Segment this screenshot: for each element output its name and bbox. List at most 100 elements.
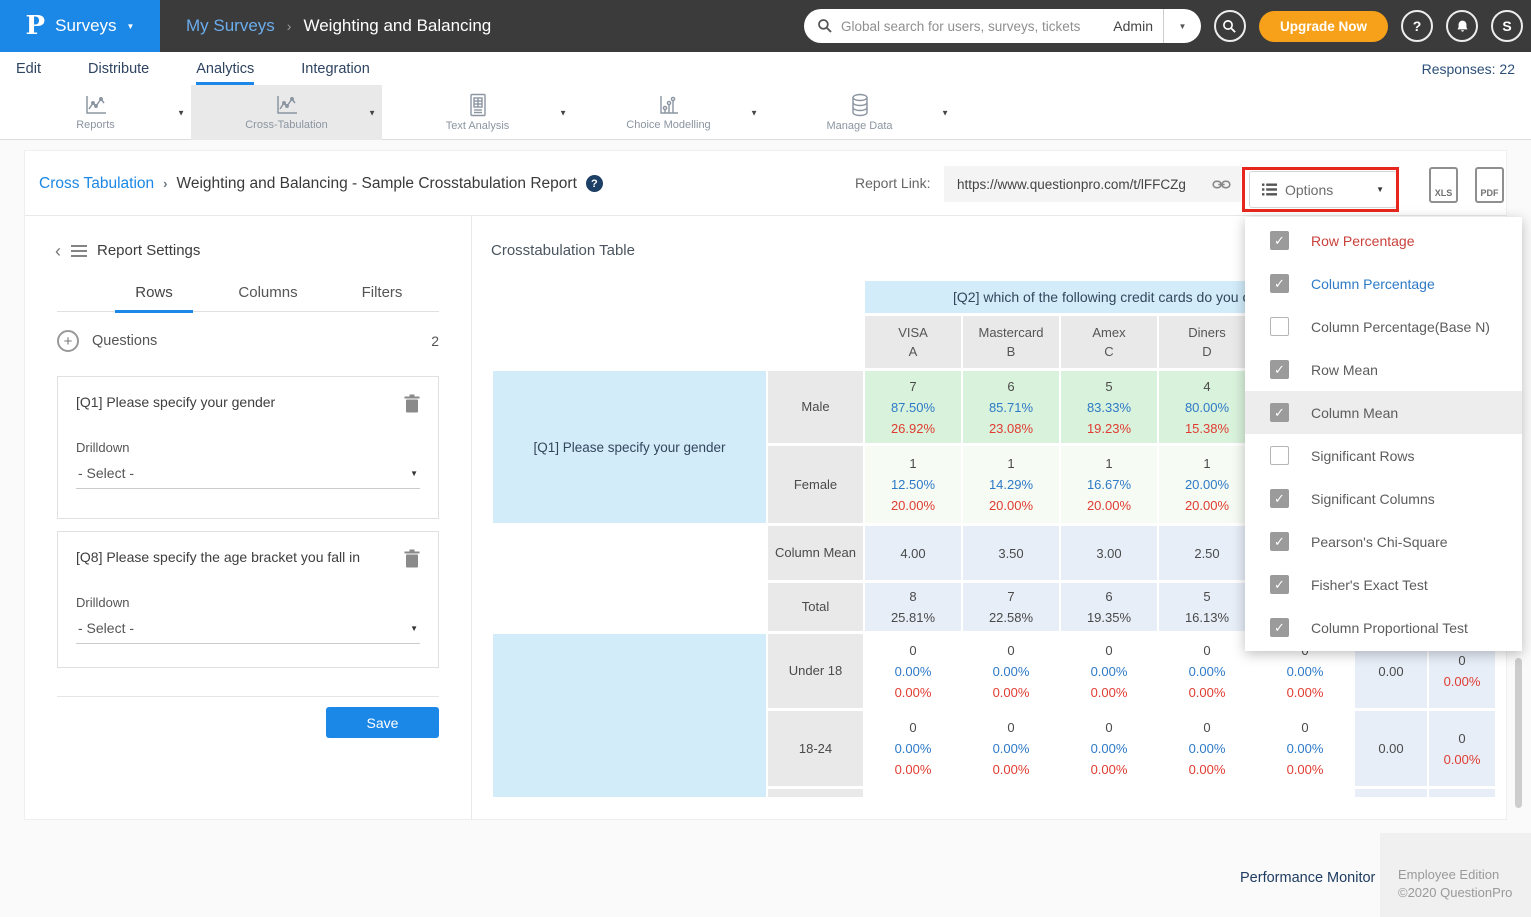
row-label	[768, 789, 863, 797]
options-menu-item[interactable]: Significant Rows	[1245, 434, 1522, 477]
questions-label: Questions	[92, 333, 157, 349]
topbar: P Surveys ▼ My Surveys › Weighting and B…	[0, 0, 1531, 52]
chevron-down-icon: ▼	[1179, 22, 1187, 31]
product-menu[interactable]: P Surveys ▼	[0, 0, 160, 52]
report-breadcrumb: Cross Tabulation › Weighting and Balanci…	[39, 151, 603, 216]
export-pdf-button[interactable]: PDF	[1475, 167, 1504, 203]
options-menu-item[interactable]: ✓Significant Columns	[1245, 477, 1522, 520]
options-menu-item[interactable]: ✓Row Percentage	[1245, 219, 1522, 262]
options-menu-item[interactable]: ✓Pearson's Chi-Square	[1245, 520, 1522, 563]
checkbox-checked-icon[interactable]: ✓	[1270, 274, 1289, 293]
options-menu-item-label: Fisher's Exact Test	[1311, 577, 1428, 593]
options-menu-item[interactable]: Column Percentage(Base N)	[1245, 305, 1522, 348]
document-grid-icon	[468, 93, 488, 117]
chevron-down-icon[interactable]: ▼	[177, 108, 185, 117]
tab-rows[interactable]: Rows	[97, 280, 211, 311]
module-choice-modelling[interactable]: Choice Modelling ▼	[573, 85, 764, 140]
questions-row: + Questions 2	[57, 330, 439, 352]
help-icon[interactable]: ?	[586, 175, 603, 192]
chevron-down-icon[interactable]: ▼	[941, 108, 949, 117]
drilldown-select[interactable]: - Select - ▼	[76, 610, 420, 644]
link-icon[interactable]	[1212, 175, 1231, 194]
nav-distribute[interactable]: Distribute	[88, 52, 149, 85]
upgrade-now-button[interactable]: Upgrade Now	[1259, 11, 1388, 42]
nav-edit[interactable]: Edit	[16, 52, 41, 85]
options-menu-item[interactable]: ✓Column Mean	[1245, 391, 1522, 434]
search-scope-value[interactable]: Admin	[1113, 18, 1153, 34]
checkbox-checked-icon[interactable]: ✓	[1270, 575, 1289, 594]
crosstab-title: Crosstabulation Table	[491, 242, 635, 259]
global-search[interactable]: Admin ▼	[804, 9, 1201, 43]
module-reports[interactable]: Reports ▼	[0, 85, 191, 140]
tab-columns[interactable]: Columns	[211, 280, 325, 311]
delete-question-button[interactable]	[404, 549, 420, 573]
row-label: Female	[768, 446, 863, 523]
options-menu-item[interactable]: ✓ Fisher's Exact Test	[1245, 563, 1522, 606]
breadcrumb-separator: ›	[287, 18, 292, 34]
performance-monitor-link[interactable]: Performance Monitor	[1240, 870, 1375, 886]
data-cell: 4.00	[865, 526, 961, 580]
question-card: [Q1] Please specify your gender Drilldow…	[57, 376, 439, 519]
cross-tabulation-link[interactable]: Cross Tabulation	[39, 175, 154, 193]
options-menu-item-label: Row Mean	[1311, 362, 1378, 378]
chevron-down-icon[interactable]: ▼	[750, 108, 758, 117]
data-cell: 480.00%15.38%	[1159, 371, 1255, 443]
drilldown-value: - Select -	[78, 620, 410, 636]
tab-filters[interactable]: Filters	[325, 280, 439, 311]
row-total-cell	[1429, 789, 1495, 797]
help-button[interactable]: ?	[1401, 10, 1433, 42]
module-text-analysis[interactable]: Text Analysis ▼	[382, 85, 573, 140]
options-menu-item-label: Column Percentage	[1311, 276, 1435, 292]
row-mean-cell: 0.00	[1355, 711, 1427, 786]
chevron-down-icon[interactable]: ▼	[368, 108, 376, 117]
checkbox-checked-icon[interactable]: ✓	[1270, 231, 1289, 250]
data-cell: 00.00%0.00%	[963, 634, 1059, 708]
options-button-label: Options	[1285, 182, 1368, 198]
search-input[interactable]	[841, 19, 1113, 34]
row-question-cell: [Q1] Please specify your gender	[493, 371, 766, 523]
report-link-field[interactable]: https://www.questionpro.com/t/lFFCZg	[944, 166, 1241, 202]
options-menu-item-label: Column Percentage(Base N)	[1311, 319, 1490, 335]
nav-analytics[interactable]: Analytics	[196, 52, 254, 85]
checkbox-checked-icon[interactable]: ✓	[1270, 360, 1289, 379]
delete-question-button[interactable]	[404, 394, 420, 418]
analytics-toolbar: Reports ▼ Cross-Tabulation ▼ Text Analys…	[0, 85, 1531, 140]
options-button[interactable]: Options ▼	[1249, 171, 1397, 208]
options-menu-item[interactable]: ✓ Row Mean	[1245, 348, 1522, 391]
scatter-chart-icon	[657, 94, 681, 116]
report-header: Cross Tabulation › Weighting and Balanci…	[25, 151, 1506, 216]
drilldown-select[interactable]: - Select - ▼	[76, 455, 420, 489]
module-manage-data[interactable]: Manage Data ▼	[764, 85, 955, 140]
checkbox-unchecked-icon[interactable]	[1270, 446, 1289, 465]
chevron-down-icon[interactable]: ▼	[559, 108, 567, 117]
nav-integration[interactable]: Integration	[301, 52, 370, 85]
checkbox-checked-icon[interactable]: ✓	[1270, 532, 1289, 551]
search-button[interactable]	[1214, 10, 1246, 42]
checkbox-checked-icon[interactable]: ✓	[1270, 403, 1289, 422]
checkbox-checked-icon[interactable]: ✓	[1270, 489, 1289, 508]
export-xls-button[interactable]: XLS	[1429, 167, 1458, 203]
report-url[interactable]: https://www.questionpro.com/t/lFFCZg	[957, 177, 1212, 192]
checkbox-checked-icon[interactable]: ✓	[1270, 618, 1289, 637]
add-question-button[interactable]: +	[57, 330, 79, 352]
data-cell: 116.67%20.00%	[1061, 446, 1157, 523]
module-label: Cross-Tabulation	[245, 119, 328, 131]
report-settings-header[interactable]: ‹ Report Settings	[55, 242, 200, 259]
search-scope-dropdown[interactable]: ▼	[1163, 9, 1201, 43]
options-menu-item[interactable]: ✓Column Proportional Test	[1245, 606, 1522, 649]
data-cell: 516.13%	[1159, 583, 1255, 631]
checkbox-unchecked-icon[interactable]	[1270, 317, 1289, 336]
module-label: Reports	[76, 119, 115, 131]
chevron-down-icon: ▼	[410, 469, 418, 478]
options-menu-item[interactable]: ✓ Column Percentage	[1245, 262, 1522, 305]
product-menu-label: Surveys	[55, 16, 116, 36]
module-cross-tabulation[interactable]: Cross-Tabulation ▼	[191, 85, 382, 140]
notifications-button[interactable]	[1446, 10, 1478, 42]
drilldown-label: Drilldown	[76, 595, 420, 610]
save-button[interactable]: Save	[326, 707, 439, 738]
data-cell: 00.00%0.00%	[1061, 711, 1157, 786]
breadcrumb-my-surveys-link[interactable]: My Surveys	[186, 16, 275, 36]
avatar[interactable]: S	[1491, 10, 1523, 42]
table-scrollbar[interactable]	[1515, 658, 1522, 808]
collapse-panel-icon[interactable]: ‹	[55, 244, 61, 258]
